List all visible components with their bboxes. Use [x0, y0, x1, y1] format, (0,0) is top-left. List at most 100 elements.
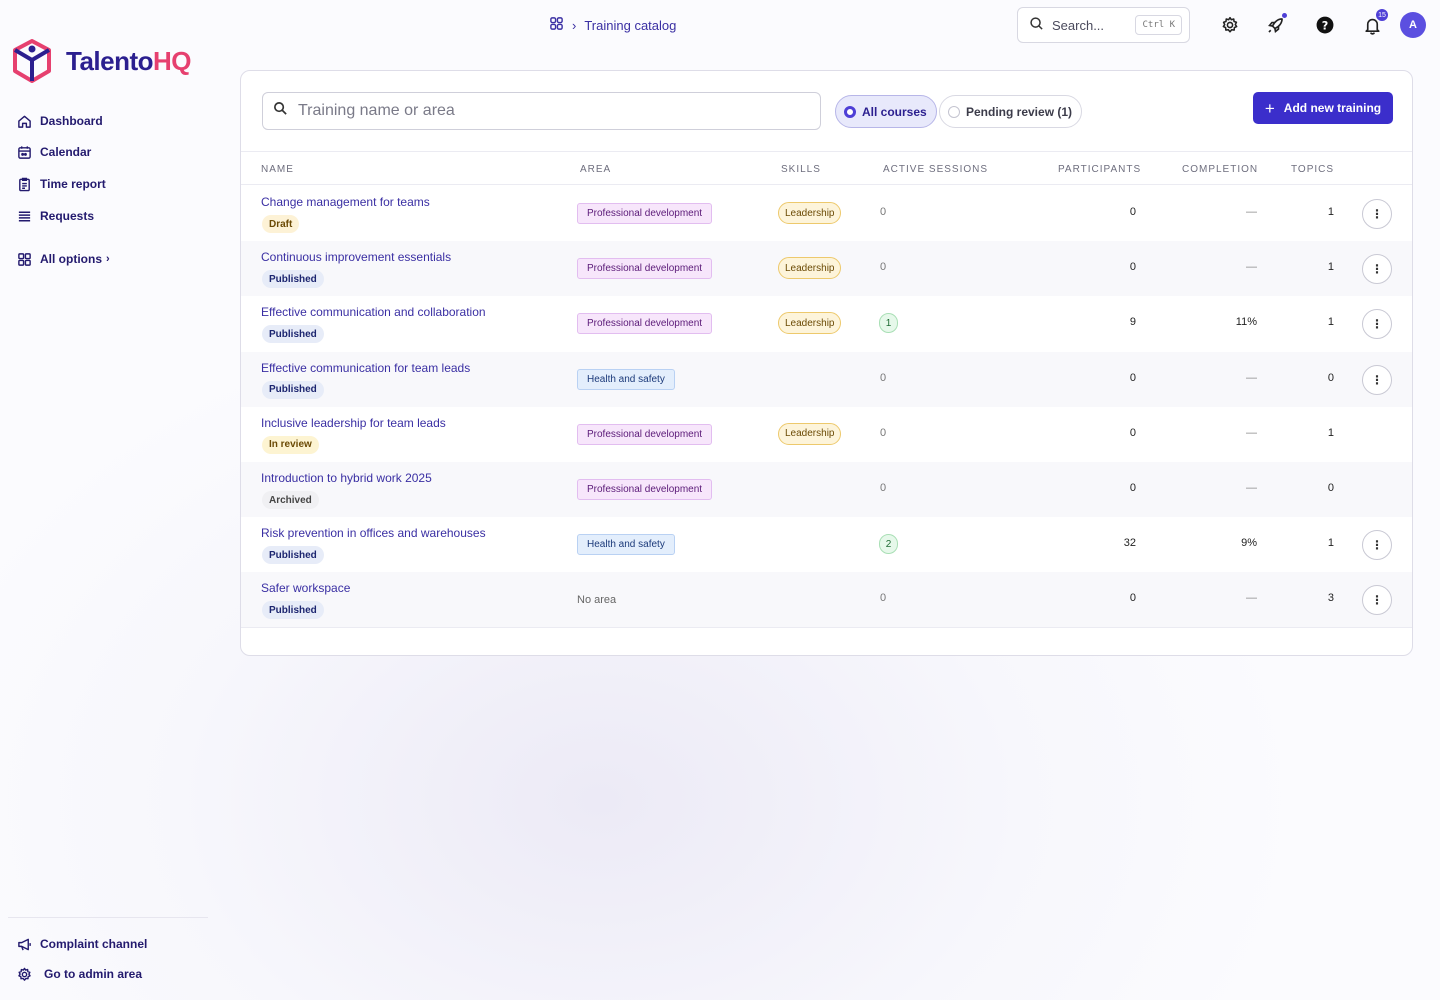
active-sessions: 0 — [880, 206, 887, 218]
column-name[interactable]: Name — [261, 164, 294, 175]
home-icon — [16, 113, 32, 129]
training-name-link[interactable]: Effective communication for team leads — [261, 361, 470, 375]
more-options-button[interactable]: ⋮ — [1362, 199, 1392, 229]
area-tag: Professional development — [577, 203, 713, 224]
area-tag: Professional development — [577, 258, 713, 280]
completion-value: — — [1246, 261, 1257, 274]
all-options-label: All options — [40, 252, 102, 266]
clipboard-icon — [16, 176, 32, 192]
training-name-link[interactable]: Continuous improvement essentials — [261, 250, 451, 264]
training-name-link[interactable]: Introduction to hybrid work 2025 — [261, 471, 432, 485]
grid-icon[interactable] — [549, 16, 564, 34]
active-sessions: 0 — [880, 482, 887, 494]
breadcrumb-current: Training catalog — [584, 17, 677, 33]
table-row[interactable]: Effective communication and collaboratio… — [241, 296, 1412, 351]
search-icon — [273, 101, 288, 121]
skill-tag: Leadership — [778, 257, 842, 280]
topics-count: 1 — [1327, 316, 1334, 329]
global-search[interactable]: Search... Ctrl K — [1017, 7, 1190, 43]
megaphone-icon — [16, 936, 32, 952]
completion-value: — — [1246, 482, 1257, 494]
table-row[interactable]: Change management for teams Draft Professi… — [241, 186, 1412, 241]
sidebar-item-label: Requests — [40, 209, 95, 223]
sidebar-item-label: Time report — [40, 177, 106, 191]
training-name-link[interactable]: Safer workspace — [261, 581, 350, 595]
sidebar-item-time-report[interactable]: Time report — [16, 176, 106, 192]
participants-count: 0 — [1129, 371, 1136, 384]
status-badge: Draft — [262, 215, 300, 233]
completion-value: — — [1246, 371, 1257, 384]
kebab-icon: ⋮ — [1371, 538, 1383, 553]
sidebar-item-calendar[interactable]: Calendar — [16, 144, 91, 160]
kebab-icon: ⋮ — [1371, 317, 1383, 332]
table-row[interactable]: Continuous improvement essentials Publish… — [241, 241, 1412, 297]
table-header: Name Area Skills Active sessions Partici… — [241, 151, 1412, 185]
column-area[interactable]: Area — [580, 164, 611, 175]
status-badge: In review — [262, 435, 319, 454]
table-row[interactable]: Inclusive leadership for team leads In re… — [241, 407, 1412, 462]
kebab-icon: ⋮ — [1371, 593, 1383, 608]
filter-label: All courses — [862, 104, 927, 119]
training-name-link[interactable]: Effective communication and collaboratio… — [261, 305, 486, 319]
breadcrumb: › Training catalog — [549, 16, 676, 34]
chevron-right-icon: › — [572, 17, 577, 33]
column-skills[interactable]: Skills — [781, 164, 821, 175]
svg-text:?: ? — [1322, 19, 1329, 32]
chevron-right-icon: › — [106, 253, 110, 265]
sidebar-item-requests[interactable]: Requests — [16, 208, 94, 224]
table-row[interactable]: Risk prevention in offices and warehouse… — [241, 517, 1412, 572]
table-row[interactable]: Introduction to hybrid work 2025 Archived… — [241, 462, 1412, 517]
column-participants[interactable]: Participants — [1058, 164, 1141, 175]
sidebar-item-dashboard[interactable]: Dashboard — [16, 113, 103, 129]
add-training-label: Add new training — [1283, 101, 1382, 115]
sidebar-complaint-channel[interactable]: Complaint channel — [16, 936, 147, 952]
rocket-icon[interactable] — [1264, 13, 1287, 36]
training-name-link[interactable]: Change management for teams — [261, 195, 430, 209]
more-options-button[interactable]: ⋮ — [1362, 254, 1392, 285]
area-tag: Professional development — [577, 479, 713, 500]
plus-icon: + — [1264, 98, 1275, 118]
avatar[interactable]: A — [1400, 12, 1426, 38]
table-row[interactable]: Effective communication for team leads Pu… — [241, 351, 1412, 407]
topics-count: 1 — [1327, 537, 1334, 550]
topics-count: 0 — [1327, 371, 1334, 384]
column-completion[interactable]: Completion — [1182, 164, 1258, 175]
completion-value: — — [1246, 206, 1257, 218]
training-search-input[interactable] — [298, 102, 798, 120]
gear-icon[interactable] — [1219, 14, 1241, 36]
column-topics[interactable]: Topics — [1291, 164, 1334, 175]
active-sessions: 2 — [879, 534, 898, 555]
more-options-button[interactable]: ⋮ — [1362, 364, 1392, 395]
more-options-button[interactable]: ⋮ — [1362, 585, 1392, 616]
area-tag: Professional development — [577, 313, 713, 335]
active-sessions: 0 — [880, 261, 887, 274]
global-search-placeholder: Search... — [1052, 17, 1105, 33]
bell-icon[interactable]: 15 — [1361, 9, 1388, 36]
active-sessions: 0 — [880, 426, 887, 439]
table-bottom-border — [241, 627, 1412, 628]
column-active-sessions[interactable]: Active sessions — [883, 164, 988, 175]
kebab-icon: ⋮ — [1371, 372, 1383, 387]
more-options-button[interactable]: ⋮ — [1362, 309, 1392, 340]
help-icon[interactable]: ? — [1314, 14, 1336, 36]
sidebar-admin-area[interactable]: Go to admin area — [16, 966, 142, 982]
participants-count: 0 — [1129, 482, 1136, 494]
filter-pending-review[interactable]: Pending review (1) — [939, 95, 1083, 128]
status-badge: Archived — [262, 491, 319, 509]
training-name-link[interactable]: Inclusive leadership for team leads — [261, 416, 446, 430]
table-row[interactable]: Safer workspace Published No area 0 0 — 3 ⋮ — [241, 572, 1412, 628]
topics-count: 3 — [1327, 592, 1334, 605]
area-tag: Health and safety — [577, 368, 675, 390]
topics-count: 1 — [1327, 261, 1334, 274]
status-badge: Published — [262, 546, 324, 565]
completion-value: — — [1246, 592, 1257, 605]
more-options-button[interactable]: ⋮ — [1362, 530, 1392, 561]
training-search-field[interactable] — [262, 92, 821, 130]
skill-tag: Leadership — [778, 422, 842, 445]
sidebar-all-options[interactable]: All options › — [16, 251, 110, 267]
add-training-button[interactable]: + Add new training — [1253, 92, 1393, 124]
training-name-link[interactable]: Risk prevention in offices and warehouse… — [261, 526, 486, 540]
sidebar-item-label: Dashboard — [40, 114, 103, 128]
brand-logo[interactable]: TalentoHQ — [12, 39, 192, 83]
filter-all-courses[interactable]: All courses — [835, 95, 937, 128]
